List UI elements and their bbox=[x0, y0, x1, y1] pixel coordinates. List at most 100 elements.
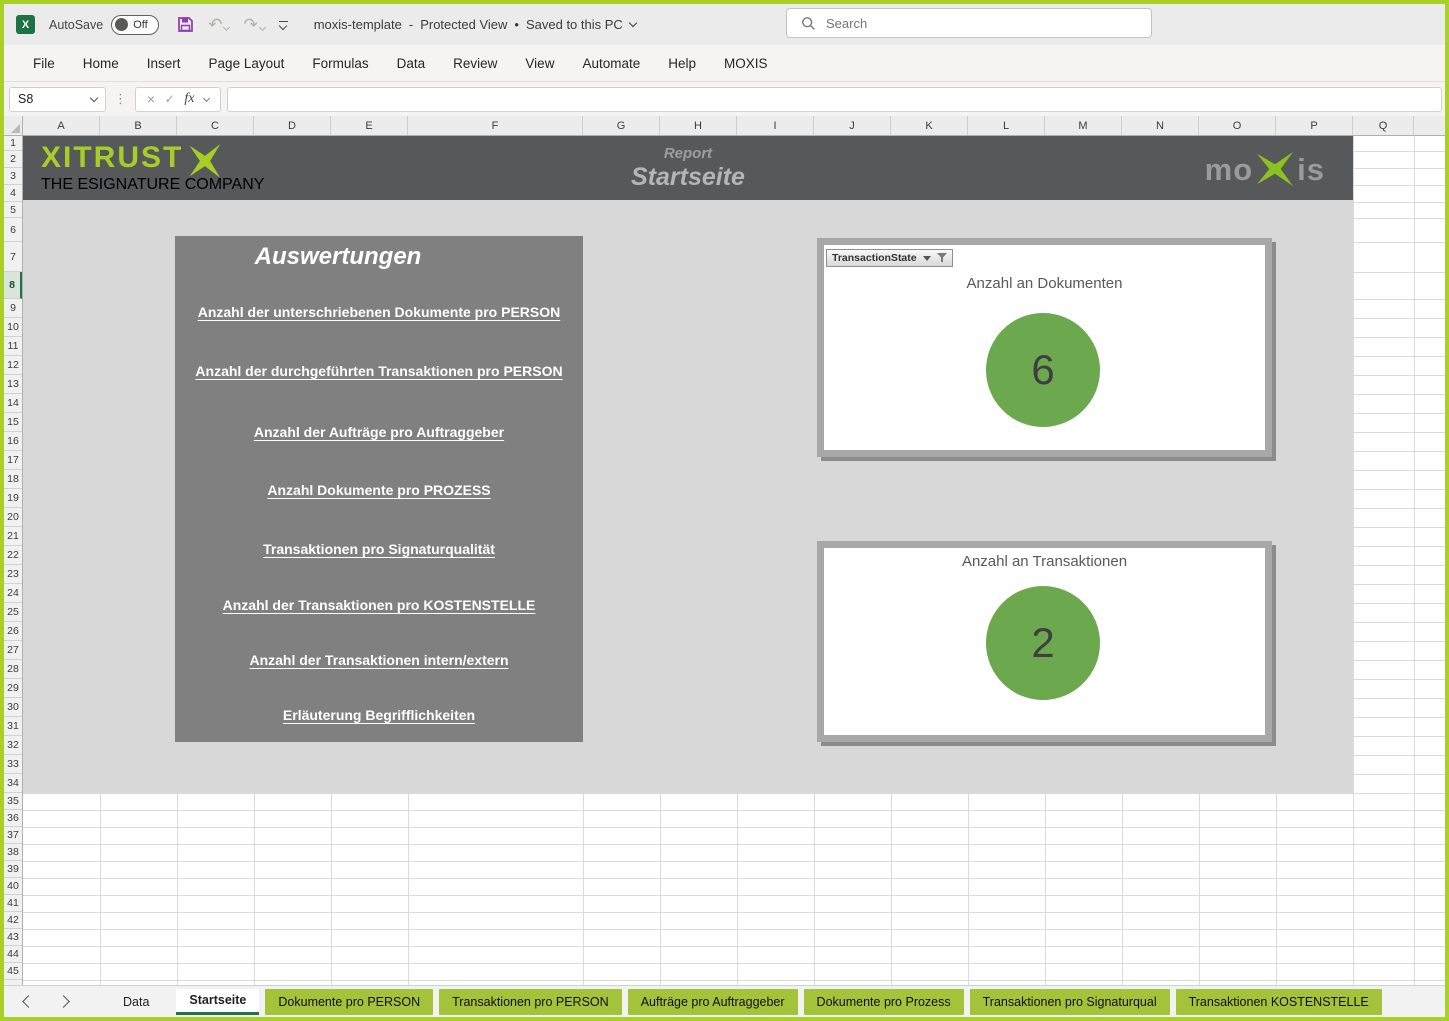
row-header-16[interactable]: 16 bbox=[4, 432, 22, 451]
column-header-c[interactable]: C bbox=[177, 116, 254, 135]
row-header-15[interactable]: 15 bbox=[4, 413, 22, 432]
row-header-18[interactable]: 18 bbox=[4, 470, 22, 489]
row-header-17[interactable]: 17 bbox=[4, 451, 22, 470]
column-header-g[interactable]: G bbox=[583, 116, 660, 135]
row-header-10[interactable]: 10 bbox=[4, 318, 22, 337]
chevron-down-icon[interactable] bbox=[629, 19, 637, 27]
ribbon-tab-view[interactable]: View bbox=[511, 45, 568, 81]
column-header-d[interactable]: D bbox=[254, 116, 331, 135]
column-header-m[interactable]: M bbox=[1045, 116, 1122, 135]
column-header-i[interactable]: I bbox=[737, 116, 814, 135]
row-header-38[interactable]: 38 bbox=[4, 844, 22, 861]
fx-chevron-icon[interactable] bbox=[203, 94, 210, 101]
row-header-37[interactable]: 37 bbox=[4, 827, 22, 844]
row-header-41[interactable]: 41 bbox=[4, 895, 22, 912]
row-header-2[interactable]: 2 bbox=[4, 151, 22, 168]
row-header-31[interactable]: 31 bbox=[4, 717, 22, 736]
row-header-20[interactable]: 20 bbox=[4, 508, 22, 527]
ribbon-tab-moxis[interactable]: MOXIS bbox=[710, 45, 782, 81]
ribbon-tab-help[interactable]: Help bbox=[654, 45, 710, 81]
row-header-33[interactable]: 33 bbox=[4, 755, 22, 774]
save-icon[interactable] bbox=[177, 16, 194, 33]
ribbon-tab-home[interactable]: Home bbox=[69, 45, 133, 81]
sheet-tab-transaktionen-pro-person[interactable]: Transaktionen pro PERSON bbox=[439, 989, 622, 1015]
row-header-13[interactable]: 13 bbox=[4, 375, 22, 394]
row-header-44[interactable]: 44 bbox=[4, 946, 22, 963]
name-box[interactable]: S8 bbox=[9, 87, 106, 112]
column-header-l[interactable]: L bbox=[968, 116, 1045, 135]
row-header-6[interactable]: 6 bbox=[4, 218, 22, 242]
row-header-3[interactable]: 3 bbox=[4, 168, 22, 185]
previous-sheet-icon[interactable] bbox=[22, 995, 35, 1008]
row-header-45[interactable]: 45 bbox=[4, 963, 22, 980]
row-header-34[interactable]: 34 bbox=[4, 774, 22, 793]
name-box-chevron-icon[interactable] bbox=[90, 93, 98, 101]
column-header-h[interactable]: H bbox=[660, 116, 737, 135]
cancel-icon[interactable]: × bbox=[147, 91, 155, 107]
row-header-11[interactable]: 11 bbox=[4, 337, 22, 356]
row-header-25[interactable]: 25 bbox=[4, 603, 22, 622]
ribbon-tab-data[interactable]: Data bbox=[383, 45, 440, 81]
row-header-30[interactable]: 30 bbox=[4, 698, 22, 717]
row-header-43[interactable]: 43 bbox=[4, 929, 22, 946]
row-header-35[interactable]: 35 bbox=[4, 793, 22, 810]
row-header-39[interactable]: 39 bbox=[4, 861, 22, 878]
row-header-14[interactable]: 14 bbox=[4, 394, 22, 413]
row-header-8[interactable]: 8 bbox=[4, 272, 22, 299]
customize-toolbar-icon[interactable] bbox=[279, 21, 288, 29]
column-header-o[interactable]: O bbox=[1199, 116, 1276, 135]
ribbon-tab-formulas[interactable]: Formulas bbox=[298, 45, 382, 81]
sheet-tab-transaktionen-pro-signaturqual[interactable]: Transaktionen pro Signaturqual bbox=[970, 989, 1170, 1015]
column-header-p[interactable]: P bbox=[1276, 116, 1353, 135]
column-header-e[interactable]: E bbox=[331, 116, 408, 135]
formula-input[interactable] bbox=[227, 87, 1442, 112]
row-header-7[interactable]: 7 bbox=[4, 242, 22, 272]
panel-link-anzahl-der-auftr-ge-pro-auftraggeber[interactable]: Anzahl der Aufträge pro Auftraggeber bbox=[175, 424, 583, 440]
sheet-tab-transaktionen-kostenstelle[interactable]: Transaktionen KOSTENSTELLE bbox=[1176, 989, 1382, 1015]
transactionstate-filter-button[interactable]: TransactionState bbox=[826, 249, 953, 267]
panel-link-anzahl-der-transaktionen-pro-kostenstelle[interactable]: Anzahl der Transaktionen pro KOSTENSTELL… bbox=[175, 597, 583, 613]
column-header-r[interactable]: R bbox=[1414, 116, 1449, 135]
row-header-42[interactable]: 42 bbox=[4, 912, 22, 929]
row-header-29[interactable]: 29 bbox=[4, 679, 22, 698]
sheet-tab-startseite[interactable]: Startseite bbox=[176, 989, 259, 1015]
sheet-area[interactable]: ABCDEFGHIJKLMNOPQR 123456789101112131415… bbox=[0, 116, 1449, 985]
ribbon-tab-automate[interactable]: Automate bbox=[568, 45, 654, 81]
ribbon-tab-page-layout[interactable]: Page Layout bbox=[195, 45, 299, 81]
column-header-q[interactable]: Q bbox=[1353, 116, 1414, 135]
row-header-9[interactable]: 9 bbox=[4, 299, 22, 318]
sheet-tab-dokumente-pro-person[interactable]: Dokumente pro PERSON bbox=[265, 989, 433, 1015]
panel-link-anzahl-der-transaktionen-intern-extern[interactable]: Anzahl der Transaktionen intern/extern bbox=[175, 652, 583, 668]
panel-link-anzahl-der-unterschriebenen-dokumente-pro-person[interactable]: Anzahl der unterschriebenen Dokumente pr… bbox=[175, 304, 583, 320]
row-header-28[interactable]: 28 bbox=[4, 660, 22, 679]
row-header-23[interactable]: 23 bbox=[4, 565, 22, 584]
sheet-tab-auftr-ge-pro-auftraggeber[interactable]: Aufträge pro Auftraggeber bbox=[628, 989, 798, 1015]
column-header-n[interactable]: N bbox=[1122, 116, 1199, 135]
row-header-24[interactable]: 24 bbox=[4, 584, 22, 603]
insert-function-icon[interactable]: fx bbox=[184, 91, 194, 107]
ribbon-tab-file[interactable]: File bbox=[19, 45, 69, 81]
row-header-32[interactable]: 32 bbox=[4, 736, 22, 755]
column-header-k[interactable]: K bbox=[891, 116, 968, 135]
row-header-26[interactable]: 26 bbox=[4, 622, 22, 641]
panel-link-erl-uterung-begrifflichkeiten[interactable]: Erläuterung Begrifflichkeiten bbox=[175, 707, 583, 723]
row-header-36[interactable]: 36 bbox=[4, 810, 22, 827]
row-header-4[interactable]: 4 bbox=[4, 185, 22, 202]
column-header-j[interactable]: J bbox=[814, 116, 891, 135]
row-header-1[interactable]: 1 bbox=[4, 136, 22, 151]
column-header-b[interactable]: B bbox=[100, 116, 177, 135]
sheet-tab-dokumente-pro-prozess[interactable]: Dokumente pro Prozess bbox=[804, 989, 964, 1015]
enter-icon[interactable]: ✓ bbox=[165, 92, 175, 106]
redo-icon[interactable]: ↷ bbox=[243, 16, 264, 33]
panel-link-anzahl-der-durchgef-hrten-transaktionen-pro-person[interactable]: Anzahl der durchgeführten Transaktionen … bbox=[175, 363, 583, 379]
undo-icon[interactable]: ↶ bbox=[208, 16, 229, 33]
panel-link-transaktionen-pro-signaturqualit-t[interactable]: Transaktionen pro Signaturqualität bbox=[175, 541, 583, 557]
excel-app-icon[interactable]: X bbox=[16, 15, 35, 34]
panel-link-anzahl-dokumente-pro-prozess[interactable]: Anzahl Dokumente pro PROZESS bbox=[175, 482, 583, 498]
ribbon-tab-insert[interactable]: Insert bbox=[133, 45, 195, 81]
row-header-21[interactable]: 21 bbox=[4, 527, 22, 546]
autosave-toggle[interactable]: Off bbox=[111, 15, 159, 35]
search-input[interactable]: Search bbox=[786, 8, 1152, 38]
row-header-40[interactable]: 40 bbox=[4, 878, 22, 895]
save-location-label[interactable]: Saved to this PC bbox=[526, 17, 623, 32]
